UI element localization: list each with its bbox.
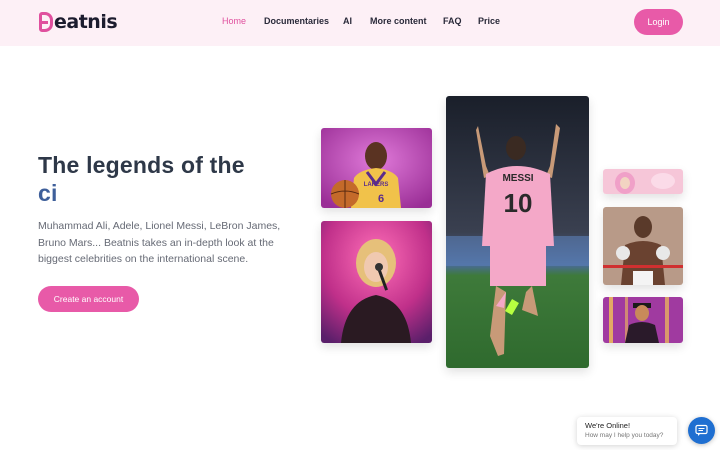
messi-jersey-text: MESSI — [502, 173, 533, 184]
photo-lebron-james: LAKERS 6 — [321, 128, 432, 208]
hero-title-typed: ci — [38, 180, 58, 206]
photo-adele — [321, 221, 432, 343]
logo-mark-icon — [39, 12, 53, 32]
login-button[interactable]: Login — [634, 9, 683, 35]
photo-muhammad-ali — [603, 207, 683, 285]
nav-item-more-content[interactable]: More content — [370, 16, 427, 26]
create-account-button[interactable]: Create an account — [38, 286, 139, 312]
photo-lionel-messi: MESSI 10 — [446, 96, 589, 368]
logo-text: eatnis — [54, 11, 118, 33]
nav-item-documentaries[interactable]: Documentaries — [264, 16, 329, 26]
site-header: eatnis Home Documentaries AI More conten… — [0, 0, 720, 46]
messi-jersey-number: 10 — [504, 188, 533, 218]
hero-title: The legends of the ci — [38, 151, 245, 207]
chat-open-button[interactable] — [688, 417, 715, 444]
photo-pink-banner — [603, 169, 683, 194]
chat-icon — [695, 424, 708, 436]
nav-item-faq[interactable]: FAQ — [443, 16, 462, 26]
nav-item-price[interactable]: Price — [478, 16, 500, 26]
chat-title: We're Online! — [585, 421, 631, 430]
lebron-jersey-text: LAKERS — [364, 182, 389, 188]
hero-description: Muhammad Ali, Adele, Lionel Messi, LeBro… — [38, 220, 281, 265]
lebron-jersey-number: 6 — [378, 193, 384, 205]
nav-item-ai[interactable]: AI — [343, 16, 352, 26]
nav-item-home[interactable]: Home — [222, 16, 246, 26]
hero-title-line1: The legends of the — [38, 152, 245, 178]
chat-subtitle: How may I help you today? — [585, 432, 664, 439]
logo[interactable]: eatnis — [39, 11, 118, 33]
chat-greeting[interactable]: We're Online! How may I help you today? — [577, 417, 677, 445]
photo-bruno-mars — [603, 297, 683, 343]
